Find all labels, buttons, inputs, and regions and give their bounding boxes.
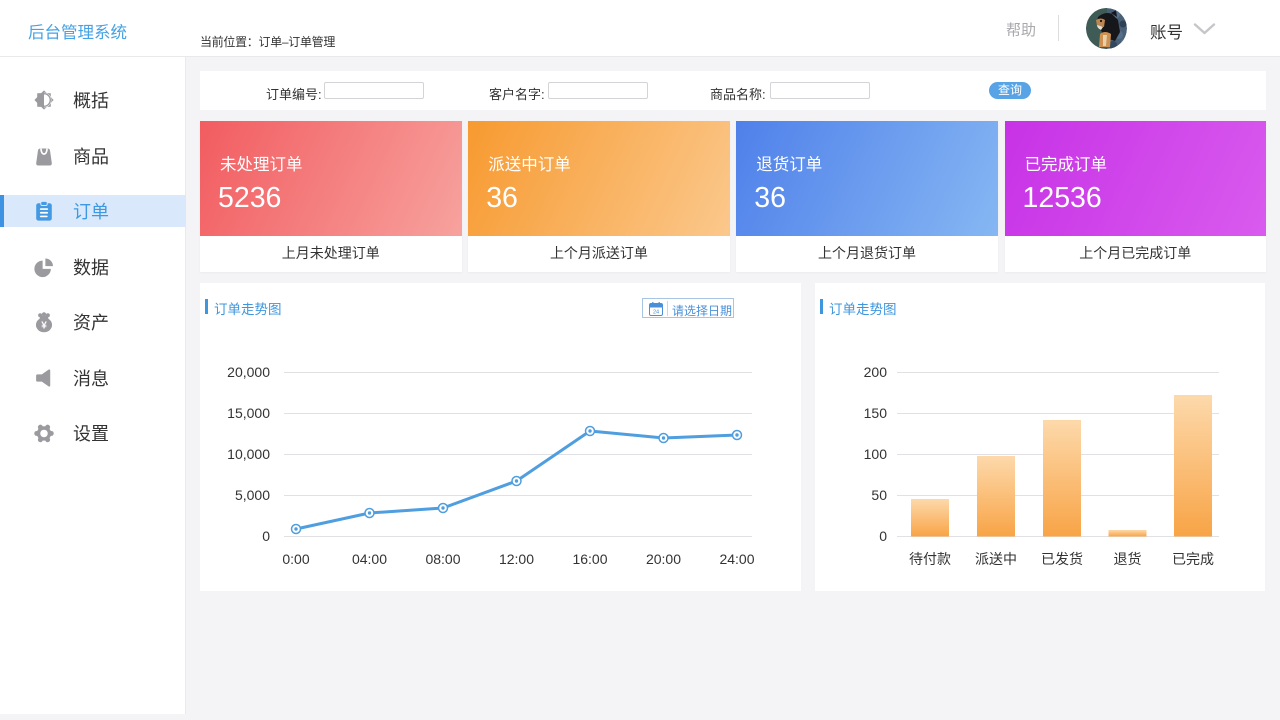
svg-text:08:00: 08:00 — [425, 551, 460, 567]
svg-text:0:00: 0:00 — [282, 551, 309, 567]
svg-text:100: 100 — [864, 446, 888, 462]
svg-text:04:00: 04:00 — [352, 551, 387, 567]
svg-text:已发货: 已发货 — [1041, 551, 1083, 567]
svg-text:24: 24 — [653, 310, 659, 316]
svg-text:50: 50 — [871, 487, 887, 503]
svg-text:16:00: 16:00 — [572, 551, 607, 567]
svg-text:退货: 退货 — [1114, 551, 1142, 567]
svg-text:¥: ¥ — [41, 320, 47, 331]
svg-text:0: 0 — [262, 528, 270, 544]
svg-text:已完成: 已完成 — [1172, 551, 1214, 567]
svg-text:10,000: 10,000 — [227, 446, 270, 462]
svg-text:15,000: 15,000 — [227, 405, 270, 421]
svg-text:5,000: 5,000 — [235, 487, 270, 503]
svg-text:派送中: 派送中 — [975, 551, 1017, 567]
svg-text:0: 0 — [879, 528, 887, 544]
svg-text:待付款: 待付款 — [909, 551, 951, 567]
svg-text:20,000: 20,000 — [227, 364, 270, 380]
svg-text:24:00: 24:00 — [719, 551, 754, 567]
svg-text:12:00: 12:00 — [499, 551, 534, 567]
svg-text:150: 150 — [864, 405, 888, 421]
svg-text:20:00: 20:00 — [646, 551, 681, 567]
svg-text:200: 200 — [864, 364, 888, 380]
